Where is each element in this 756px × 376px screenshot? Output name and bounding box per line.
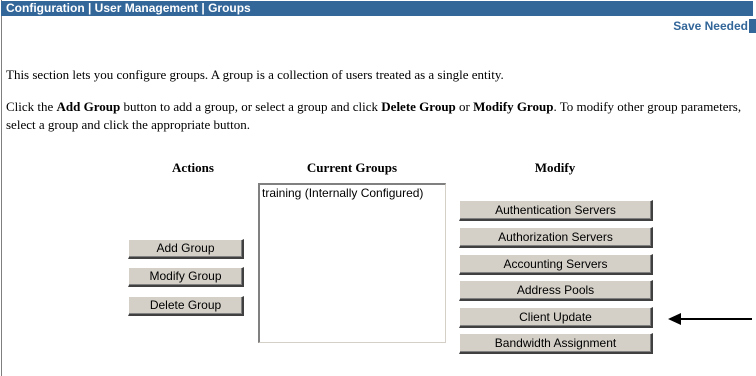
save-needed-label: Save Needed bbox=[673, 19, 748, 33]
authentication-servers-button[interactable]: Authentication Servers bbox=[459, 200, 653, 221]
group-list-item[interactable]: training (Internally Configured) bbox=[262, 186, 443, 200]
bandwidth-assignment-button[interactable]: Bandwidth Assignment bbox=[459, 333, 653, 354]
accounting-servers-button[interactable]: Accounting Servers bbox=[459, 254, 653, 275]
address-pools-button[interactable]: Address Pools bbox=[459, 280, 653, 301]
help-text-part: Click the bbox=[6, 99, 57, 114]
breadcrumb-title-bar: Configuration | User Management | Groups bbox=[1, 1, 753, 16]
intro-text: This section lets you configure groups. … bbox=[6, 67, 504, 82]
add-group-button[interactable]: Add Group bbox=[128, 239, 244, 259]
modify-group-button[interactable]: Modify Group bbox=[128, 267, 244, 287]
current-groups-listbox[interactable]: training (Internally Configured) bbox=[258, 183, 446, 343]
client-update-button[interactable]: Client Update bbox=[459, 307, 653, 328]
actions-heading: Actions bbox=[172, 160, 214, 175]
help-add-group-ref: Add Group bbox=[56, 99, 121, 114]
left-arrow-icon bbox=[668, 313, 752, 325]
help-text-part: or bbox=[455, 99, 474, 114]
modify-heading: Modify bbox=[534, 160, 576, 175]
help-text: Click the Add Group button to add a grou… bbox=[6, 98, 746, 134]
help-text-part: button to add a group, or select a group… bbox=[120, 99, 382, 114]
save-needed-icon[interactable] bbox=[748, 19, 756, 33]
save-needed-link[interactable]: Save Needed bbox=[673, 19, 748, 33]
delete-group-button[interactable]: Delete Group bbox=[128, 296, 244, 316]
breadcrumb: Configuration | User Management | Groups bbox=[6, 1, 251, 15]
authorization-servers-button[interactable]: Authorization Servers bbox=[459, 227, 653, 248]
current-groups-heading: Current Groups bbox=[306, 160, 398, 175]
help-modify-group-ref: Modify Group bbox=[473, 99, 554, 114]
help-delete-group-ref: Delete Group bbox=[381, 99, 456, 114]
